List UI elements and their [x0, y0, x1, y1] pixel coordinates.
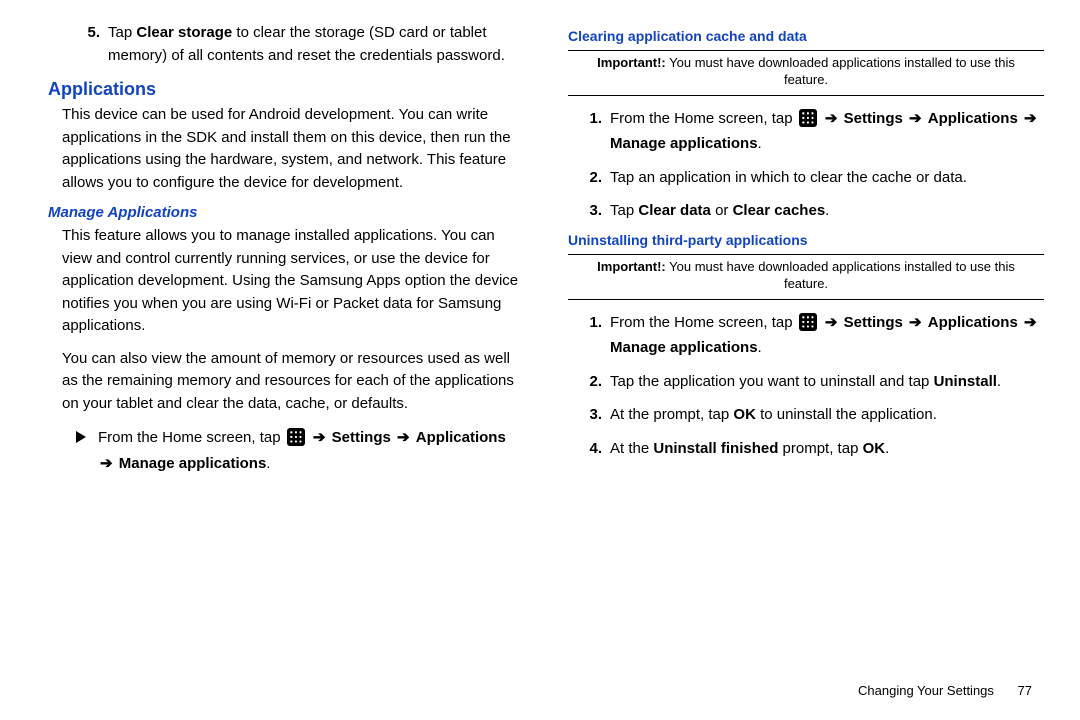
- nav-apps: Applications: [416, 429, 506, 446]
- note-text: You must have downloaded applications in…: [666, 259, 1015, 291]
- nav-settings: Settings: [844, 110, 903, 127]
- manual-page: 5. Tap Clear storage to clear the storag…: [0, 0, 1080, 720]
- step-5-number: 5.: [72, 22, 108, 67]
- nav-apps: Applications: [928, 110, 1018, 127]
- step-prefix: At the: [610, 440, 653, 457]
- step-number: 1.: [582, 106, 610, 157]
- step-number: 4.: [582, 436, 610, 462]
- clear-step-2: 2. Tap an application in which to clear …: [582, 165, 1044, 191]
- apps-grid-icon: [799, 109, 817, 127]
- step-body: Tap the application you want to uninstal…: [610, 369, 1044, 395]
- manage-desc-2: You can also view the amount of memory o…: [48, 348, 524, 416]
- uninstall-step-3: 3. At the prompt, tap OK to uninstall th…: [582, 402, 1044, 428]
- uninstall-steps: 1. From the Home screen, tap ➔ Settings …: [568, 310, 1044, 462]
- clear-cache-steps: 1. From the Home screen, tap ➔ Settings …: [568, 106, 1044, 224]
- arrow-icon: ➔: [1022, 314, 1039, 331]
- step-5-bold: Clear storage: [136, 24, 232, 41]
- apps-grid-icon: [799, 313, 817, 331]
- step-number: 2.: [582, 369, 610, 395]
- step-body: Tap an application in which to clear the…: [610, 165, 1044, 191]
- period: .: [758, 135, 762, 152]
- page-footer: Changing Your Settings 77: [858, 683, 1032, 698]
- important-note-2: Important!: You must have downloaded app…: [568, 254, 1044, 300]
- applications-desc: This device can be used for Android deve…: [48, 104, 524, 194]
- step-rest: to uninstall the application.: [756, 406, 937, 423]
- period: .: [885, 440, 889, 457]
- step-number: 3.: [582, 402, 610, 428]
- step-prefix: Tap the application you want to uninstal…: [610, 373, 934, 390]
- period: .: [825, 202, 829, 219]
- arrow-icon: ➔: [395, 429, 412, 446]
- note-label: Important!:: [597, 55, 666, 70]
- step-body: From the Home screen, tap ➔ Settings ➔ A…: [610, 106, 1044, 157]
- step-5-prefix: Tap: [108, 24, 136, 41]
- uninstall-step-2: 2. Tap the application you want to unins…: [582, 369, 1044, 395]
- important-note-1: Important!: You must have downloaded app…: [568, 50, 1044, 96]
- arrow-icon: ➔: [1022, 110, 1039, 127]
- step-5-body: Tap Clear storage to clear the storage (…: [108, 22, 524, 67]
- arrow-icon: ➔: [907, 110, 924, 127]
- heading-uninstall: Uninstalling third-party applications: [568, 232, 1044, 248]
- footer-page-number: 77: [998, 683, 1032, 698]
- nav-settings: Settings: [332, 429, 391, 446]
- nav-manage: Manage applications: [119, 455, 267, 472]
- triangle-bullet: [76, 425, 98, 476]
- nav-instruction-body: From the Home screen, tap ➔ Settings ➔ A…: [98, 425, 524, 476]
- uninstall-bold: Uninstall: [934, 373, 997, 390]
- uninstall-step-4: 4. At the Uninstall finished prompt, tap…: [582, 436, 1044, 462]
- step-body: From the Home screen, tap ➔ Settings ➔ A…: [610, 310, 1044, 361]
- apps-grid-icon: [287, 428, 305, 446]
- or-text: or: [711, 202, 733, 219]
- nav-prefix: From the Home screen, tap: [98, 429, 285, 446]
- step-prefix: From the Home screen, tap: [610, 110, 797, 127]
- clear-caches: Clear caches: [733, 202, 826, 219]
- nav-settings: Settings: [844, 314, 903, 331]
- arrow-icon: ➔: [907, 314, 924, 331]
- step-number: 3.: [582, 198, 610, 224]
- uninstall-finished-bold: Uninstall finished: [653, 440, 778, 457]
- note-label: Important!:: [597, 259, 666, 274]
- arrow-icon: ➔: [823, 314, 840, 331]
- nav-apps: Applications: [928, 314, 1018, 331]
- clear-step-1: 1. From the Home screen, tap ➔ Settings …: [582, 106, 1044, 157]
- period: .: [266, 455, 270, 472]
- period: .: [997, 373, 1001, 390]
- nav-instruction: From the Home screen, tap ➔ Settings ➔ A…: [48, 425, 524, 476]
- heading-clear-cache: Clearing application cache and data: [568, 28, 1044, 44]
- step-mid: prompt, tap: [778, 440, 862, 457]
- step-prefix: At the prompt, tap: [610, 406, 733, 423]
- footer-section: Changing Your Settings: [858, 683, 994, 698]
- step-body: At the prompt, tap OK to uninstall the a…: [610, 402, 1044, 428]
- step-number: 2.: [582, 165, 610, 191]
- ok-bold: OK: [863, 440, 886, 457]
- manage-desc-1: This feature allows you to manage instal…: [48, 225, 524, 338]
- arrow-icon: ➔: [98, 455, 115, 472]
- ok-bold: OK: [733, 406, 756, 423]
- step-prefix: From the Home screen, tap: [610, 314, 797, 331]
- clear-step-3: 3. Tap Clear data or Clear caches.: [582, 198, 1044, 224]
- tap-prefix: Tap: [610, 202, 638, 219]
- uninstall-step-1: 1. From the Home screen, tap ➔ Settings …: [582, 310, 1044, 361]
- step-body: Tap Clear data or Clear caches.: [610, 198, 1044, 224]
- arrow-icon: ➔: [311, 429, 328, 446]
- heading-manage-applications: Manage Applications: [48, 204, 524, 221]
- nav-manage: Manage applications: [610, 339, 758, 356]
- step-5: 5. Tap Clear storage to clear the storag…: [48, 22, 524, 67]
- clear-data: Clear data: [638, 202, 711, 219]
- step-number: 1.: [582, 310, 610, 361]
- left-column: 5. Tap Clear storage to clear the storag…: [48, 22, 546, 710]
- arrow-icon: ➔: [823, 110, 840, 127]
- heading-applications: Applications: [48, 79, 524, 100]
- note-text: You must have downloaded applications in…: [666, 55, 1015, 87]
- nav-manage: Manage applications: [610, 135, 758, 152]
- period: .: [758, 339, 762, 356]
- right-column: Clearing application cache and data Impo…: [546, 22, 1044, 710]
- step-body: At the Uninstall finished prompt, tap OK…: [610, 436, 1044, 462]
